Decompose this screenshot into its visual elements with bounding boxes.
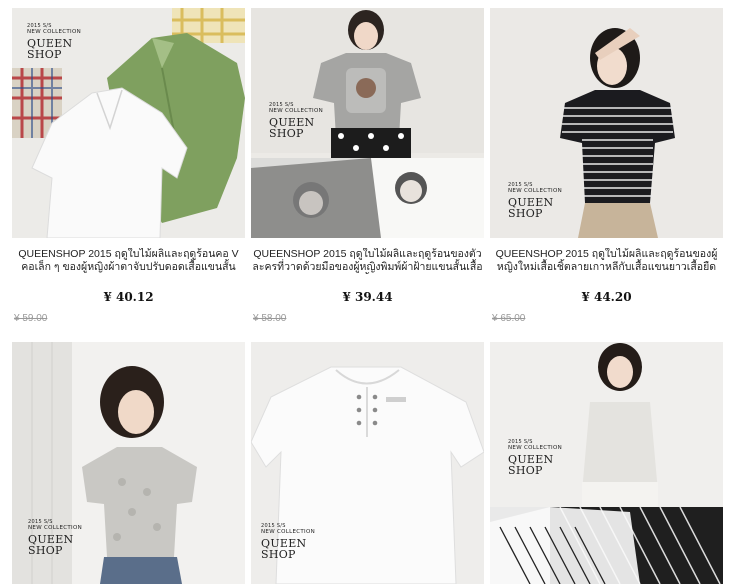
product-image[interactable]: 2015 S/S NEW COLLECTION QUEEN SHOP xyxy=(490,342,723,584)
brand-subtitle: NEW COLLECTION xyxy=(28,525,83,531)
brand-name: QUEEN SHOP xyxy=(508,452,554,477)
product-old-price: ¥ 58.00 xyxy=(253,313,287,324)
brand-name: QUEEN SHOP xyxy=(508,195,554,220)
product-price: ¥ 39.44 xyxy=(342,290,393,304)
brand-logo: 2015 S/S NEW COLLECTION QUEEN SHOP xyxy=(27,24,81,60)
product-title[interactable]: QUEENSHOP 2015 ฤดูใบไม้ผลิและฤดูร้อนคอ V… xyxy=(12,248,245,274)
brand-subtitle: NEW COLLECTION xyxy=(261,529,316,535)
product-image[interactable]: 2015 S/S NEW COLLECTION QUEEN SHOP xyxy=(490,8,723,238)
product-price: ¥ 40.12 xyxy=(103,290,154,304)
product-image[interactable]: 2015 S/S NEW COLLECTION QUEEN SHOP xyxy=(251,8,484,238)
brand-logo: 2015 S/S NEW COLLECTION QUEEN SHOP xyxy=(28,520,82,556)
product-price: ¥ 44.20 xyxy=(581,290,632,304)
product-image[interactable]: 2015 S/S NEW COLLECTION QUEEN SHOP xyxy=(251,342,484,584)
brand-logo: 2015 S/S NEW COLLECTION QUEEN SHOP xyxy=(508,183,562,219)
brand-name: QUEEN SHOP xyxy=(28,532,74,557)
brand-logo: 2015 S/S NEW COLLECTION QUEEN SHOP xyxy=(508,440,562,476)
product-title[interactable]: QUEENSHOP 2015 ฤดูใบไม้ผลิและฤดูร้อนของต… xyxy=(251,248,484,274)
brand-name: QUEEN SHOP xyxy=(261,536,307,561)
brand-subtitle: NEW COLLECTION xyxy=(269,108,324,114)
brand-subtitle: NEW COLLECTION xyxy=(508,445,563,451)
brand-name: QUEEN SHOP xyxy=(269,115,315,140)
product-image[interactable]: 2015 S/S NEW COLLECTION QUEEN SHOP xyxy=(12,342,245,584)
product-old-price: ¥ 65.00 xyxy=(492,313,526,324)
brand-name: QUEEN SHOP xyxy=(27,36,73,61)
product-title[interactable]: QUEENSHOP 2015 ฤดูใบไม้ผลิและฤดูร้อนของผ… xyxy=(490,248,723,274)
brand-subtitle: NEW COLLECTION xyxy=(27,29,82,35)
brand-logo: 2015 S/S NEW COLLECTION QUEEN SHOP xyxy=(261,524,315,560)
product-old-price: ¥ 59.00 xyxy=(14,313,48,324)
brand-subtitle: NEW COLLECTION xyxy=(508,188,563,194)
brand-logo: 2015 S/S NEW COLLECTION QUEEN SHOP xyxy=(269,103,323,139)
product-image[interactable]: 2015 S/S NEW COLLECTION QUEEN SHOP xyxy=(12,8,245,238)
